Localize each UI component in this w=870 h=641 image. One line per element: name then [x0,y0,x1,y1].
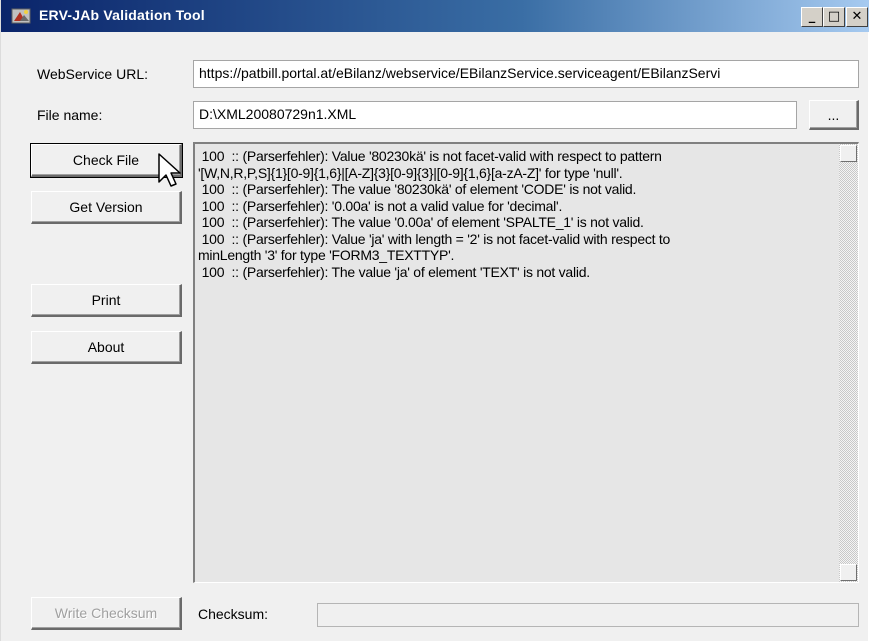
print-button[interactable]: Print [31,284,182,317]
maximize-button[interactable]: □ [823,7,845,27]
maximize-icon: □ [827,9,841,24]
output-line: '[W,N,R,P,S]{1}[0-9]{1,6}|[A-Z]{3}[0-9]{… [198,164,623,181]
about-button[interactable]: About [31,331,182,364]
checksum-field[interactable] [317,603,859,627]
scroll-down-button[interactable] [840,564,857,581]
scroll-up-button[interactable] [840,145,857,162]
minimize-icon: _ [808,9,816,24]
output-lines: 100 :: (Parserfehler): Value '80230kä' i… [198,148,826,280]
get-version-button[interactable]: Get Version [31,191,182,224]
output-line: 100 :: (Parserfehler): The value 'ja' of… [198,263,591,280]
output-line: minLength '3' for type 'FORM3_TEXTTYP'. [198,247,455,263]
close-icon: ✕ [851,9,863,24]
write-checksum-button[interactable]: Write Checksum [31,597,182,630]
validation-output[interactable]: 100 :: (Parserfehler): Value '80230kä' i… [193,142,859,583]
output-line: 100 :: (Parserfehler): The value '80230k… [198,181,637,197]
file-name-label: File name: [37,107,103,123]
vertical-scrollbar[interactable] [839,144,858,582]
main-window: ERV-JAb Validation Tool _ □ ✕ WebService… [0,0,869,641]
window-title: ERV-JAb Validation Tool [39,7,205,23]
app-icon [11,8,31,24]
webservice-url-input[interactable]: https://patbill.portal.at/eBilanz/webser… [193,60,859,88]
checksum-label: Checksum: [198,606,269,622]
webservice-url-label: WebService URL: [37,66,149,82]
title-bar[interactable]: ERV-JAb Validation Tool _ □ ✕ [1,0,869,32]
close-button[interactable]: ✕ [846,7,868,27]
output-line: 100 :: (Parserfehler): Value 'ja' with l… [198,230,671,247]
minimize-button[interactable]: _ [801,7,823,27]
output-line: 100 :: (Parserfehler): '0.00a' is not a … [198,197,563,214]
file-name-input[interactable]: D:\XML20080729n1.XML [193,101,797,129]
browse-button[interactable]: ... [809,100,859,130]
mouse-pointer-icon [158,153,181,187]
output-line: 100 :: (Parserfehler): Value '80230kä' i… [198,148,662,164]
output-line: 100 :: (Parserfehler): The value '0.00a'… [198,214,644,230]
